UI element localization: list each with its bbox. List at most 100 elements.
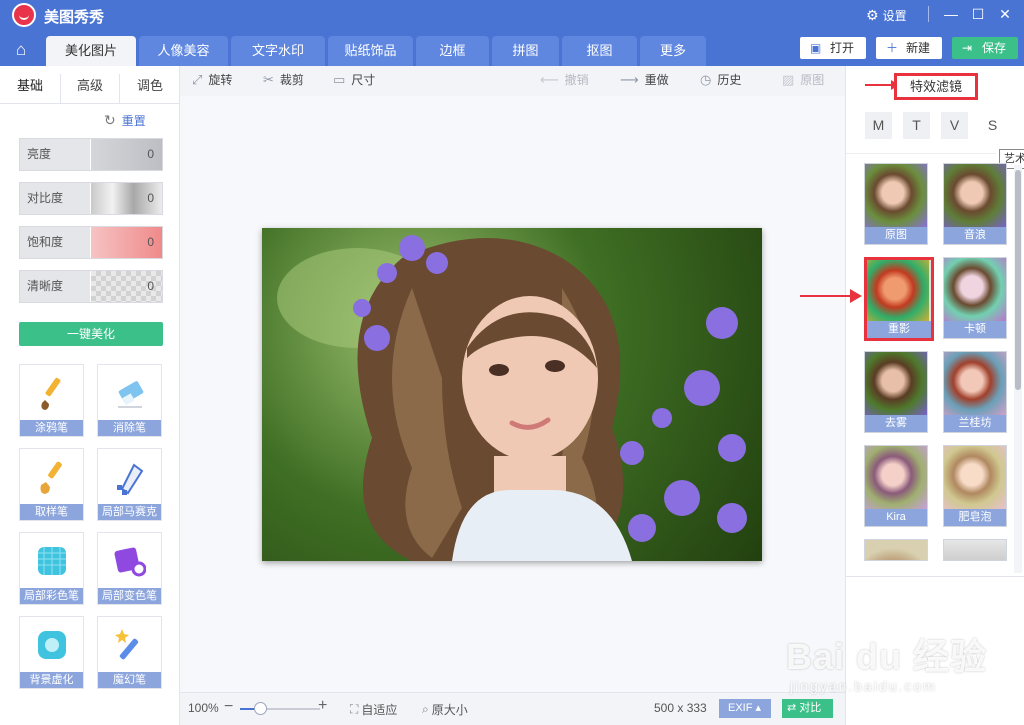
local-recolor-pen-label: 局部变色笔 [98, 588, 161, 604]
zoom-slider[interactable] [240, 702, 320, 715]
settings-button[interactable]: ⚙ 设置 [866, 7, 907, 24]
crop-button[interactable]: ✂ 裁剪 [263, 71, 304, 88]
blur-icon [38, 631, 66, 659]
sharpness-value: 0 [147, 279, 154, 293]
filter-scrollbar-thumb[interactable] [1015, 170, 1021, 390]
subtab-advanced[interactable]: 高级 [60, 74, 120, 104]
doodle-pen-tool[interactable]: 涂鸦笔 [19, 364, 84, 437]
gear-icon: ⚙ [866, 7, 879, 23]
tab-text-watermark[interactable]: 文字水印 [231, 36, 325, 66]
filter-category-m[interactable]: M [865, 112, 892, 139]
effects-filter-title[interactable]: 特效滤镜 [894, 73, 978, 100]
home-tab[interactable]: ⌂ [6, 36, 36, 66]
filter-category-s[interactable]: S [979, 112, 1006, 139]
filter-preview [944, 352, 1006, 416]
export-icon: ⇥ [962, 41, 973, 55]
local-mosaic-tool[interactable]: 局部马赛克 [97, 448, 162, 521]
undo-button[interactable]: ⟵ 撤销 [540, 71, 589, 88]
rotate-button[interactable]: ⤢ 旋转 [192, 71, 232, 88]
sharpness-slider[interactable]: 清晰度 0 [19, 270, 163, 303]
window-control-divider [928, 6, 929, 22]
filter-thumb-lag[interactable]: 卡顿 [943, 257, 1007, 339]
redo-button[interactable]: ⟶ 重做 [620, 71, 669, 88]
filter-thumb-original[interactable]: 原图 [864, 163, 928, 245]
minimize-button[interactable]: — [941, 4, 961, 24]
filter-preview [865, 540, 927, 560]
zoom-in-button[interactable]: + [318, 697, 327, 715]
new-button[interactable]: ＋ 新建 [876, 37, 942, 59]
tab-cutout[interactable]: 抠图 [562, 36, 637, 66]
actual-size-button[interactable]: ⌕ 原大小 [422, 701, 468, 718]
fit-button[interactable]: ⛶ 自适应 [350, 701, 397, 718]
local-recolor-pen-tool[interactable]: 局部变色笔 [97, 532, 162, 605]
background-blur-tool[interactable]: 背景虚化 [19, 616, 84, 689]
filter-thumb-ghost[interactable]: 重影 [864, 257, 934, 341]
save-button[interactable]: ⇥ 保存 [952, 37, 1018, 59]
image-icon: ▣ [810, 41, 822, 55]
compare-button[interactable]: ⇄ 对比 [782, 699, 833, 718]
save-label: 保存 [982, 41, 1007, 55]
subtab-color[interactable]: 调色 [120, 74, 180, 104]
history-button[interactable]: ◷ 历史 [700, 71, 741, 88]
saturation-slider[interactable]: 饱和度 0 [19, 226, 163, 259]
resize-label: 尺寸 [351, 73, 376, 87]
redo-label: 重做 [644, 73, 669, 87]
panel-divider [846, 576, 1024, 577]
background-blur-label: 背景虚化 [20, 672, 83, 688]
edited-photo[interactable] [262, 228, 762, 561]
zoom-slider-handle[interactable] [254, 702, 267, 715]
tab-stickers[interactable]: 贴纸饰品 [328, 36, 413, 66]
filter-thumb-sound-wave[interactable]: 音浪 [943, 163, 1007, 245]
app-title: 美图秀秀 [44, 9, 105, 26]
filter-thumb-partial[interactable] [943, 539, 1007, 561]
filter-label: 肥皂泡 [944, 509, 1006, 526]
filter-preview [944, 540, 1006, 560]
original-button[interactable]: ▨ 原图 [782, 71, 824, 88]
undo-icon: ⟵ [540, 71, 559, 87]
compare-label: 对比 [799, 702, 822, 714]
sharpness-label: 清晰度 [20, 271, 91, 302]
brightness-slider[interactable]: 亮度 0 [19, 138, 163, 171]
tab-frames[interactable]: 边框 [416, 36, 489, 66]
zoom-level: 100% [188, 701, 219, 715]
fit-icon: ⛶ [350, 702, 359, 716]
filter-thumb-soap-bubble[interactable]: 肥皂泡 [943, 445, 1007, 527]
filter-thumb-dehaze[interactable]: 去雾 [864, 351, 928, 433]
filter-thumb-kira[interactable]: Kira [864, 445, 928, 527]
fit-label: 自适应 [361, 703, 398, 717]
tab-collage[interactable]: 拼图 [492, 36, 559, 66]
filter-label: 重影 [867, 321, 931, 338]
contrast-label: 对比度 [20, 183, 91, 214]
eraser-pen-tool[interactable]: 消除笔 [97, 364, 162, 437]
baidu-watermark: Bai du 经验 jingyan.baidu.com [786, 608, 1001, 698]
recolor-pen-icon [114, 547, 146, 577]
filter-category-t[interactable]: T [903, 112, 930, 139]
filter-thumb-partial[interactable] [864, 539, 928, 561]
resize-button[interactable]: ▭ 尺寸 [333, 71, 375, 88]
filter-label: 卡顿 [944, 321, 1006, 338]
sample-pen-tool[interactable]: 取样笔 [19, 448, 84, 521]
minimize-icon: — [944, 6, 958, 22]
magic-pen-label: 魔幻笔 [98, 672, 161, 688]
zoom-out-button[interactable]: − [224, 698, 233, 716]
open-button[interactable]: ▣ 打开 [800, 37, 866, 59]
filter-thumb-lan-kwai-fong[interactable]: 兰桂坊 [943, 351, 1007, 433]
filter-category-v[interactable]: V [941, 112, 968, 139]
maximize-button[interactable]: ☐ [968, 4, 988, 24]
tab-beautify[interactable]: 美化图片 [46, 36, 136, 66]
tab-more[interactable]: 更多 [640, 36, 706, 66]
magic-pen-tool[interactable]: 魔幻笔 [97, 616, 162, 689]
contrast-slider[interactable]: 对比度 0 [19, 182, 163, 215]
reset-button[interactable]: ↻ 重置 [104, 112, 146, 129]
local-color-pen-tool[interactable]: 局部彩色笔 [19, 532, 84, 605]
exif-button[interactable]: EXIF ▴ [719, 699, 771, 718]
exif-label: EXIF [728, 702, 753, 714]
tab-portrait[interactable]: 人像美容 [139, 36, 228, 66]
close-button[interactable]: ✕ [995, 4, 1015, 24]
close-icon: ✕ [999, 6, 1011, 22]
auto-beautify-button[interactable]: 一键美化 [19, 322, 163, 346]
rotate-label: 旋转 [208, 73, 233, 87]
resize-icon: ▭ [333, 71, 346, 87]
filter-preview [944, 164, 1006, 228]
subtab-basic[interactable]: 基础 [0, 74, 60, 104]
